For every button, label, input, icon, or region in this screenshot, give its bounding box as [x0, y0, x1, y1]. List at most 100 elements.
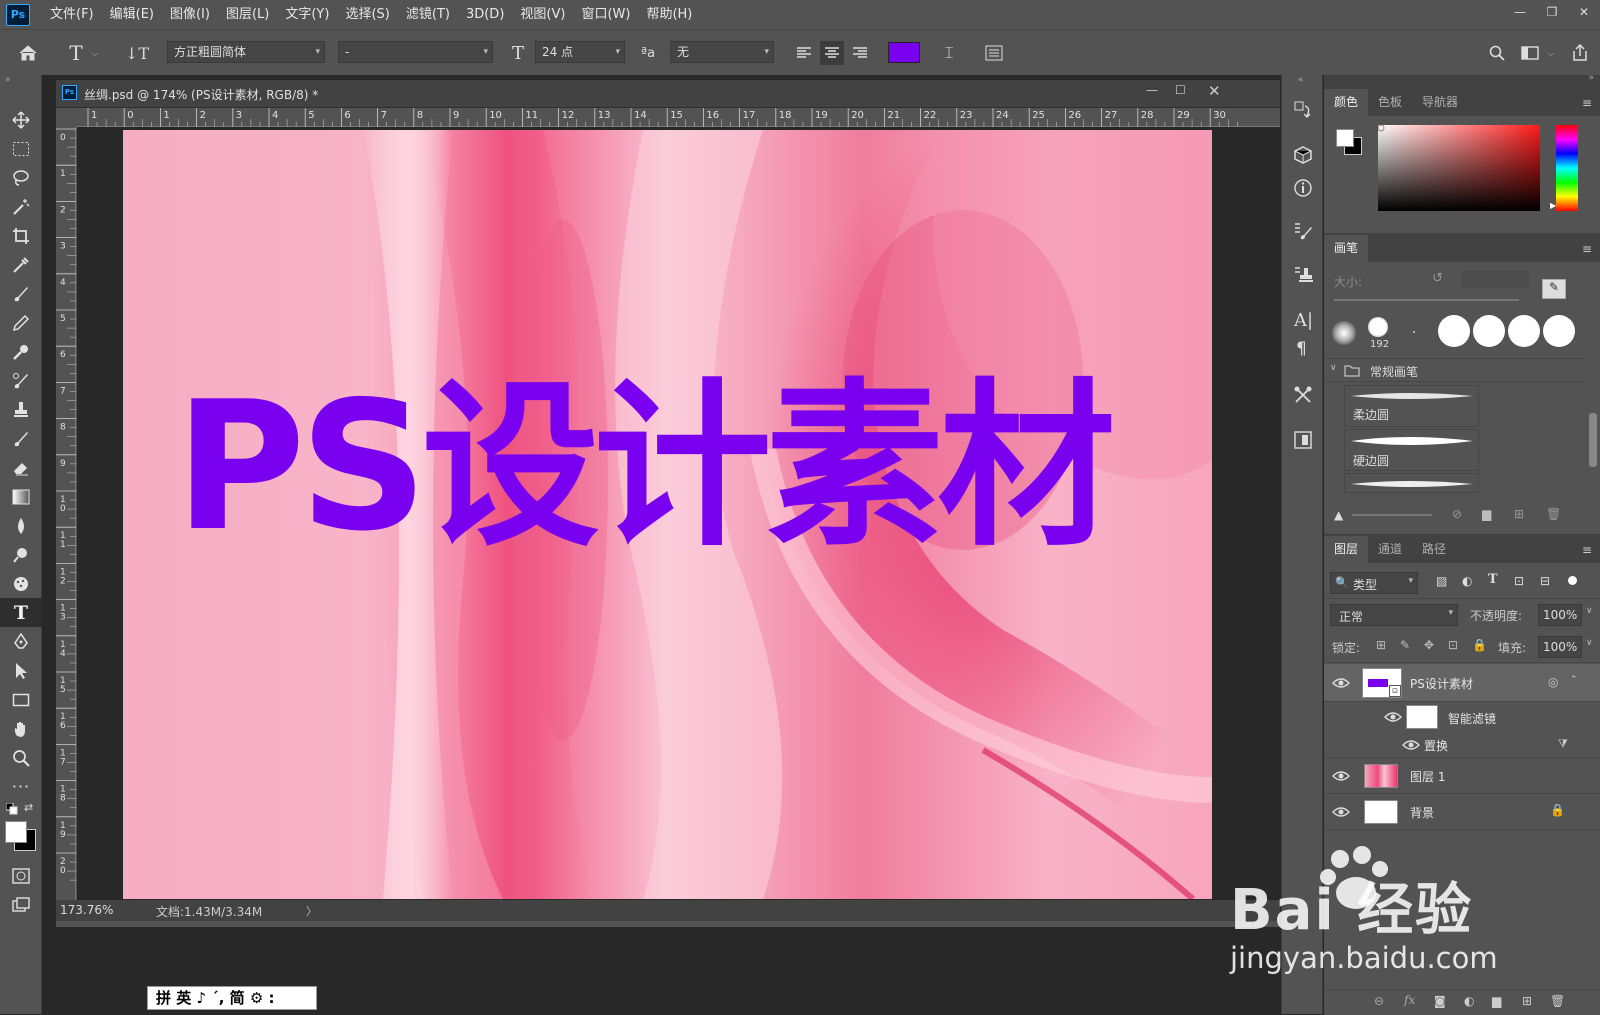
- menu-3d[interactable]: 3D(D): [458, 0, 512, 29]
- font-style-select[interactable]: - ▾: [338, 41, 493, 63]
- filter-options-icon[interactable]: ⧩: [1558, 737, 1568, 751]
- blend-mode-select[interactable]: 正常 ▾: [1330, 604, 1458, 626]
- zoom-level[interactable]: 173.76%: [60, 903, 113, 917]
- collapse-icon[interactable]: «: [1298, 75, 1304, 85]
- clone-source-icon[interactable]: [1293, 265, 1313, 285]
- font-size-select[interactable]: 24 点 ▾: [535, 41, 625, 63]
- fx-icon[interactable]: fx: [1404, 993, 1415, 1007]
- eyedropper-tool-icon[interactable]: [0, 250, 42, 279]
- path-selection-tool-icon[interactable]: [0, 656, 42, 685]
- dodge-tool-icon[interactable]: [0, 540, 42, 569]
- canvas-text-layer[interactable]: PS设计素材: [175, 378, 1116, 556]
- filter-type-icon[interactable]: T: [1488, 572, 1498, 587]
- brush-folder-row[interactable]: ∨ 常规画笔: [1324, 358, 1588, 382]
- chevron-down-icon[interactable]: ⌵: [92, 49, 98, 59]
- panel-menu-icon[interactable]: ≡: [1574, 96, 1600, 116]
- new-brush-icon[interactable]: ✎: [1542, 279, 1566, 299]
- chevron-down-icon[interactable]: ∨: [1586, 606, 1593, 616]
- tab-channels[interactable]: 通道: [1368, 536, 1412, 563]
- move-tool-icon[interactable]: [0, 105, 42, 134]
- chevron-down-icon[interactable]: ∨: [1586, 638, 1593, 648]
- restore-icon[interactable]: ❐: [1536, 0, 1568, 24]
- hard-brush-preset-1[interactable]: [1438, 315, 1470, 347]
- history-brush-tool-icon[interactable]: [0, 366, 42, 395]
- preview-size-slider[interactable]: [1352, 514, 1432, 516]
- menu-file[interactable]: 文件(F): [42, 0, 102, 29]
- minimize-icon[interactable]: —: [1504, 0, 1536, 24]
- lasso-tool-icon[interactable]: [0, 163, 42, 192]
- menu-layer[interactable]: 图层(L): [218, 0, 277, 29]
- brush-item-soft[interactable]: 柔边圆: [1344, 385, 1479, 427]
- font-family-select[interactable]: 方正粗圆简体 ▾: [167, 41, 325, 63]
- hand-tool-icon[interactable]: [0, 714, 42, 743]
- share-icon[interactable]: [1568, 41, 1592, 65]
- align-right-icon[interactable]: [848, 41, 872, 65]
- filter-displace-row[interactable]: 置换 ⧩: [1324, 732, 1600, 758]
- brush-item-partial[interactable]: [1344, 473, 1479, 493]
- chevron-up-icon[interactable]: ⌃: [1570, 675, 1578, 685]
- lock-transparent-icon[interactable]: ⊞: [1376, 638, 1386, 652]
- chevron-down-icon[interactable]: ⌵: [1548, 49, 1554, 59]
- menu-view[interactable]: 视图(V): [512, 0, 573, 29]
- type-tool-icon[interactable]: T: [0, 598, 42, 627]
- brush-tool-icon[interactable]: [0, 279, 42, 308]
- menu-select[interactable]: 选择(S): [337, 0, 397, 29]
- menu-image[interactable]: 图像(I): [162, 0, 218, 29]
- history-panel-icon[interactable]: [1293, 100, 1313, 120]
- art-history-brush-icon[interactable]: [0, 424, 42, 453]
- pen-tool-icon[interactable]: [0, 627, 42, 656]
- hard-brush-preset-4[interactable]: [1543, 315, 1575, 347]
- antialias-select[interactable]: 无 ▾: [670, 41, 774, 63]
- healing-brush-tool-icon[interactable]: [0, 337, 42, 366]
- new-folder-icon[interactable]: ▆: [1482, 507, 1491, 521]
- swap-colors-icon[interactable]: ⇄: [24, 801, 33, 814]
- doc-restore-icon[interactable]: ☐: [1175, 83, 1186, 97]
- more-tools-icon[interactable]: ···: [0, 772, 42, 801]
- adjustment-layer-icon[interactable]: ◐: [1464, 994, 1474, 1008]
- brush-scrollbar[interactable]: [1588, 383, 1598, 501]
- pencil-tool-icon[interactable]: [0, 308, 42, 337]
- rectangle-tool-icon[interactable]: [0, 685, 42, 714]
- lock-all-icon[interactable]: 🔒: [1472, 638, 1487, 652]
- collapse-icon[interactable]: »: [1588, 73, 1594, 83]
- doc-close-icon[interactable]: ✕: [1208, 82, 1221, 100]
- warp-text-icon[interactable]: ⌶: [937, 41, 961, 65]
- blur-tool-icon[interactable]: [0, 511, 42, 540]
- smart-filter-badge-icon[interactable]: ◎: [1548, 675, 1558, 689]
- align-left-icon[interactable]: [792, 41, 816, 65]
- text-color-swatch[interactable]: [888, 42, 920, 63]
- menu-type[interactable]: 文字(Y): [277, 0, 337, 29]
- type-tool-preset-icon[interactable]: T: [64, 41, 88, 65]
- layer-1[interactable]: 图层 1: [1324, 758, 1600, 794]
- brush-mini-icon[interactable]: ▲: [1334, 508, 1343, 522]
- hard-brush-preset-3[interactable]: [1508, 315, 1540, 347]
- magic-wand-tool-icon[interactable]: [0, 192, 42, 221]
- glyphs-panel-icon[interactable]: [1293, 430, 1313, 450]
- paragraph-panel-icon[interactable]: ¶: [1296, 339, 1307, 359]
- menu-window[interactable]: 窗口(W): [573, 0, 638, 29]
- chevron-down-icon[interactable]: ∨: [1330, 363, 1337, 373]
- menu-filter[interactable]: 滤镜(T): [398, 0, 458, 29]
- filter-smart-object-icon[interactable]: ⊟: [1540, 574, 1550, 588]
- canvas[interactable]: PS设计素材: [123, 130, 1212, 899]
- close-icon[interactable]: ✕: [1568, 0, 1600, 24]
- panel-menu-icon[interactable]: ≡: [1574, 543, 1600, 563]
- brush-size-slider[interactable]: [1334, 299, 1519, 301]
- tab-navigator[interactable]: 导航器: [1412, 89, 1468, 116]
- add-mask-icon[interactable]: ◙: [1434, 994, 1446, 1008]
- soft-brush-preset[interactable]: [1332, 321, 1356, 345]
- clone-stamp-tool-icon[interactable]: [0, 395, 42, 424]
- text-orientation-icon[interactable]: ↓T: [125, 41, 149, 65]
- tab-swatches[interactable]: 色板: [1368, 89, 1412, 116]
- hue-slider[interactable]: [1556, 125, 1578, 211]
- tab-layers[interactable]: 图层: [1324, 536, 1369, 563]
- filter-shape-icon[interactable]: ⊡: [1514, 574, 1524, 588]
- filter-adjustment-icon[interactable]: ◐: [1462, 574, 1472, 588]
- brush-settings-icon[interactable]: [1293, 221, 1313, 241]
- new-brush-icon[interactable]: ⊞: [1514, 507, 1524, 521]
- visibility-toggle-icon[interactable]: ⊘: [1452, 507, 1462, 521]
- filter-toggle-icon[interactable]: [1568, 576, 1577, 585]
- delete-layer-icon[interactable]: 🗑: [1550, 994, 1565, 1008]
- quick-mask-icon[interactable]: [0, 861, 42, 890]
- color-fg-swatch[interactable]: [1336, 129, 1354, 147]
